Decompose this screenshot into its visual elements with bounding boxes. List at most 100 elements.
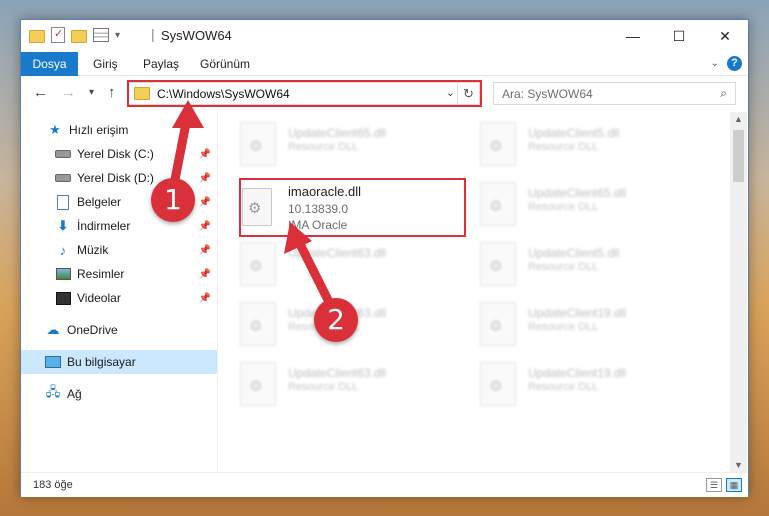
drive-icon — [55, 150, 71, 158]
file-tile[interactable]: ⚙ UpdateClient19.dll Resource DLL — [458, 296, 688, 354]
pin-icon[interactable]: 📌 — [199, 269, 211, 280]
search-box[interactable]: Ara: SysWOW64 ⌕ — [493, 82, 736, 105]
title-bar: ▾ | SysWOW64 — ☐ ✕ — [21, 20, 748, 52]
dll-file-icon: ⚙ — [480, 362, 516, 406]
window-title: SysWOW64 — [161, 28, 232, 43]
sidebar-item-label: OneDrive — [67, 323, 118, 337]
videos-icon — [55, 291, 71, 305]
sidebar-item-this-pc[interactable]: Bu bilgisayar — [21, 350, 217, 374]
sidebar-item-label: Bu bilgisayar — [67, 355, 136, 369]
pin-icon[interactable]: 📌 — [199, 173, 211, 184]
up-arrow-icon[interactable]: ↑ — [108, 84, 116, 101]
file-name: UpdateClient65.dll — [288, 126, 387, 140]
folder-icon — [29, 29, 45, 43]
file-description: Resource DLL — [528, 141, 599, 153]
music-icon: ♪ — [59, 242, 67, 258]
sidebar-item-label: Yerel Disk (D:) — [77, 171, 154, 185]
pin-icon[interactable]: 📌 — [199, 221, 211, 232]
sidebar-item-downloads[interactable]: ⬇ İndirmeler 📌 — [21, 214, 217, 238]
file-description: Resource DLL — [528, 381, 599, 393]
step-1-badge: 1 — [151, 178, 195, 222]
details-view-icon[interactable]: ☰ — [706, 478, 722, 492]
sidebar-item-label: İndirmeler — [77, 219, 131, 233]
file-name: UpdateClient63.dll — [288, 246, 387, 260]
forward-arrow-icon[interactable]: → — [61, 84, 76, 101]
file-tile[interactable]: ⚙ UpdateClient19.dll Resource DLL — [458, 356, 688, 414]
dll-file-icon: ⚙ — [240, 242, 276, 286]
pictures-icon — [55, 268, 71, 280]
sidebar-item-local-disk-c[interactable]: Yerel Disk (C:) 📌 — [21, 142, 217, 166]
dll-file-icon: ⚙ — [480, 302, 516, 346]
sidebar-item-label: Belgeler — [77, 195, 122, 209]
sidebar-item-label: Ağ — [67, 387, 82, 401]
sidebar-item-label: Videolar — [77, 291, 121, 305]
file-name: UpdateClient19.dll — [528, 306, 627, 320]
status-bar: 183 öğe ☰ ▦ — [21, 472, 748, 497]
scroll-down-icon[interactable]: ▼ — [734, 460, 743, 470]
title-divider: | — [151, 26, 155, 42]
sidebar-item-videos[interactable]: Videolar 📌 — [21, 286, 217, 310]
file-description: Resource DLL — [288, 141, 359, 153]
gear-icon: ⚙ — [489, 258, 503, 275]
documents-icon — [57, 194, 69, 210]
close-button[interactable]: ✕ — [702, 20, 748, 52]
back-arrow-icon[interactable]: ← — [33, 84, 48, 101]
gear-icon: ⚙ — [249, 138, 263, 155]
sidebar-item-network[interactable]: 🖧 Ağ — [21, 382, 217, 406]
large-icons-view-icon[interactable]: ▦ — [726, 478, 742, 492]
file-tile[interactable]: ⚙ UpdateClient5.dll Resource DLL — [458, 236, 688, 294]
sidebar-item-onedrive[interactable]: ☁ OneDrive — [21, 318, 217, 342]
properties-check-icon[interactable] — [51, 27, 65, 43]
file-tile[interactable]: ⚙ UpdateClient63.dll — [218, 236, 448, 294]
tab-view[interactable]: Görünüm — [188, 52, 262, 76]
file-highlight-box — [239, 178, 466, 237]
sidebar-item-quick-access[interactable]: ★ Hızlı erişim — [21, 118, 217, 142]
file-name: UpdateClient65.dll — [528, 186, 627, 200]
view-properties-icon[interactable] — [93, 28, 109, 42]
file-name: UpdateClient5.dll — [528, 246, 620, 260]
file-description: Resource DLL — [528, 201, 599, 213]
expand-ribbon-icon[interactable]: ⌄ — [711, 58, 719, 69]
vertical-scrollbar[interactable]: ▲ ▼ — [730, 112, 747, 472]
search-placeholder[interactable]: Ara: SysWOW64 — [502, 87, 593, 101]
pin-icon[interactable]: 📌 — [199, 197, 211, 208]
file-name: UpdateClient19.dll — [528, 366, 627, 380]
file-tile[interactable]: ⚙ UpdateClient63.dll Resource DLL — [218, 356, 448, 414]
tab-share[interactable]: Paylaş — [131, 52, 191, 76]
dll-file-icon: ⚙ — [240, 302, 276, 346]
pin-icon[interactable]: 📌 — [199, 293, 211, 304]
downloads-icon: ⬇ — [57, 218, 69, 233]
customize-toolbar-icon[interactable]: ▾ — [115, 30, 120, 41]
search-icon[interactable]: ⌕ — [720, 86, 727, 101]
minimize-button[interactable]: — — [610, 20, 656, 52]
help-icon[interactable]: ? — [727, 56, 742, 71]
recent-locations-icon[interactable]: ▾ — [89, 87, 94, 98]
step-2-badge: 2 — [314, 298, 358, 342]
gear-icon: ⚙ — [489, 198, 503, 215]
file-description: Resource DLL — [528, 321, 599, 333]
tab-home[interactable]: Giriş — [81, 52, 130, 76]
new-folder-icon[interactable] — [71, 29, 87, 43]
file-tile[interactable]: ⚙ UpdateClient65.dll Resource DLL — [458, 176, 688, 234]
file-tile[interactable]: ⚙ UpdateClient65.dll Resource DLL — [218, 116, 448, 174]
gear-icon: ⚙ — [489, 318, 503, 335]
scroll-thumb[interactable] — [733, 130, 744, 182]
pin-icon[interactable]: 📌 — [199, 245, 211, 256]
star-icon: ★ — [49, 122, 61, 137]
quick-access-toolbar: ▾ — [29, 27, 120, 43]
maximize-button[interactable]: ☐ — [656, 20, 702, 52]
file-tile[interactable]: ⚙ UpdateClient5.dll Resource DLL — [458, 116, 688, 174]
pin-icon[interactable]: 📌 — [199, 149, 211, 160]
sidebar-item-label: Yerel Disk (C:) — [77, 147, 154, 161]
file-description: Resource DLL — [528, 261, 599, 273]
drive-icon — [55, 174, 71, 182]
gear-icon: ⚙ — [249, 378, 263, 395]
dll-file-icon: ⚙ — [240, 362, 276, 406]
sidebar-item-music[interactable]: ♪ Müzik 📌 — [21, 238, 217, 262]
file-name: UpdateClient63.dll — [288, 366, 387, 380]
sidebar-item-pictures[interactable]: Resimler 📌 — [21, 262, 217, 286]
tab-file[interactable]: Dosya — [21, 52, 78, 76]
dll-file-icon: ⚙ — [480, 122, 516, 166]
sidebar-item-label: Müzik — [77, 243, 109, 257]
scroll-up-icon[interactable]: ▲ — [734, 114, 743, 124]
